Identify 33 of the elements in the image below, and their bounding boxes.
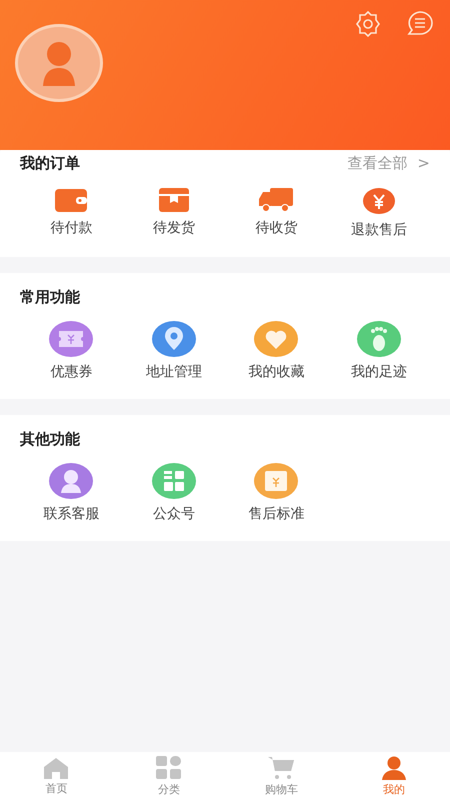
order-status-item[interactable]: 退款售后 bbox=[328, 187, 430, 239]
order-status-item[interactable]: 待收货 bbox=[225, 187, 328, 239]
user-icon bbox=[380, 756, 407, 780]
tab[interactable]: 首页 bbox=[0, 752, 112, 800]
message-icon[interactable] bbox=[406, 10, 434, 38]
order-status-item[interactable]: 待付款 bbox=[20, 187, 122, 239]
yen-coin-icon bbox=[362, 187, 396, 215]
footprint-icon bbox=[368, 326, 389, 352]
function-item[interactable]: 优惠券 bbox=[20, 321, 122, 381]
function-item[interactable]: 售后标准 bbox=[225, 463, 328, 523]
wallet-icon bbox=[54, 187, 88, 213]
tab[interactable]: 购物车 bbox=[225, 752, 338, 800]
section-title: 我的订单 bbox=[20, 154, 80, 173]
settings-icon[interactable] bbox=[354, 10, 382, 38]
function-item[interactable]: 公众号 bbox=[122, 463, 225, 523]
coupon-icon bbox=[58, 330, 84, 348]
home-icon bbox=[43, 756, 70, 778]
function-item[interactable]: 我的收藏 bbox=[225, 321, 328, 381]
section-title: 其他功能 bbox=[20, 430, 80, 448]
order-status-item[interactable]: 待发货 bbox=[122, 187, 225, 239]
tab[interactable]: 分类 bbox=[112, 752, 225, 800]
package-icon bbox=[264, 470, 288, 492]
function-item[interactable]: 联系客服 bbox=[20, 463, 122, 523]
qr-code-icon bbox=[162, 470, 185, 492]
truck-icon bbox=[258, 187, 294, 213]
function-item[interactable]: 地址管理 bbox=[122, 321, 225, 381]
cart-icon bbox=[267, 756, 296, 780]
heart-icon bbox=[264, 328, 288, 350]
box-icon bbox=[158, 187, 190, 213]
function-item[interactable]: 我的足迹 bbox=[328, 321, 430, 381]
location-pin-icon bbox=[162, 327, 185, 351]
grid-icon bbox=[156, 756, 182, 780]
section-title: 常用功能 bbox=[20, 288, 80, 306]
